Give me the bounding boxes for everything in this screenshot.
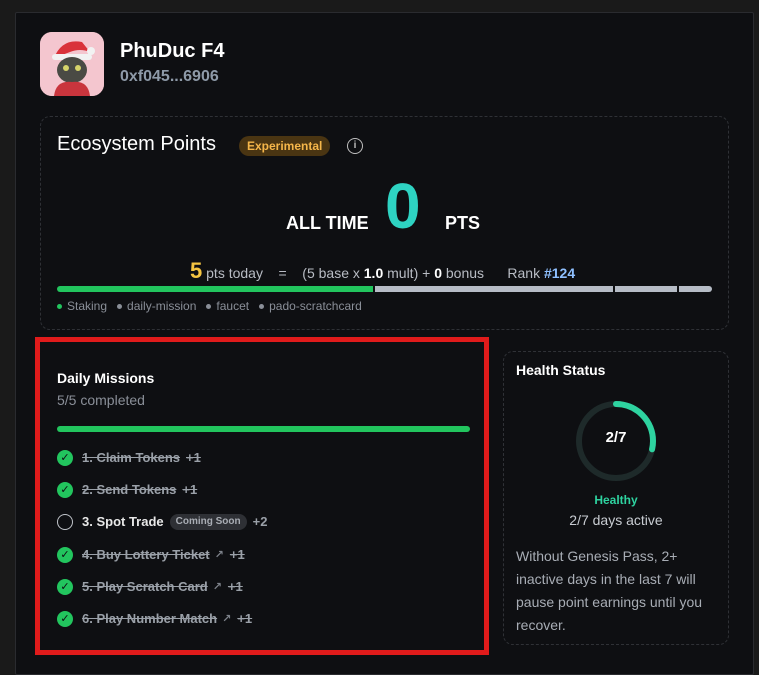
external-link-icon[interactable]: ↗ [213,580,222,593]
base-text: (5 base x [302,265,360,281]
legend-dot-icon [259,304,265,310]
points-segment-pado-scratchcard [679,286,712,292]
mission-bonus: +1 [229,547,245,563]
mission-label[interactable]: 5. Play Scratch Card [82,579,208,594]
legend-label: daily-mission [127,299,197,313]
check-circle-icon: ✓ [57,449,73,466]
points-segment-daily-mission [375,286,613,292]
mission-item[interactable]: ✓ 2. Send Tokens +1 [57,481,197,501]
rank-label: Rank [507,265,541,281]
legend-item: Staking [57,299,107,313]
points-title: Ecosystem Points [57,133,216,155]
mission-label[interactable]: 4. Buy Lottery Ticket [82,547,210,562]
coming-soon-badge: Coming Soon [169,513,247,530]
health-days-active: 2/7 days active [569,512,663,528]
legend-label: faucet [216,299,250,313]
legend-item: pado-scratchcard [259,299,362,313]
legend-label: Staking [67,299,108,313]
mission-bonus: +1 [186,450,201,466]
points-source-bar [57,286,712,292]
check-circle-icon: ✓ [57,481,73,498]
legend-dot-icon [117,304,123,310]
today-points-value: 5 [190,258,203,283]
profile-name: PhuDuc F4 [120,40,225,62]
check-circle-icon: ✓ [57,578,73,595]
check-circle-icon: ✓ [57,546,73,563]
avatar [40,32,104,96]
multiplier-value: 1.0 [363,265,384,281]
health-fraction: 2/7 [605,429,627,446]
points-legend: Staking daily-mission faucet pado-scratchca… [57,299,372,313]
mission-label: 2. Send Tokens [82,482,177,498]
health-state: Healthy [594,493,638,507]
legend-dot-icon [206,304,212,310]
mission-item[interactable]: ✓ 5. Play Scratch Card ↗ +1 [57,578,243,598]
mission-bonus: +1 [237,611,253,627]
alltime-label: ALL TIME [286,213,369,233]
today-points-label: pts today [206,265,263,281]
mission-label: 1. Claim Tokens [82,450,181,466]
mission-label: 3. Spot Trade [82,514,164,530]
missions-completed-text: 5/5 completed [57,392,145,408]
legend-dot-icon [57,304,62,310]
check-circle-icon: ✓ [57,610,73,627]
external-link-icon[interactable]: ↗ [222,612,231,625]
daily-missions-title: Daily Missions [57,370,155,386]
legend-label: pado-scratchcard [269,299,362,313]
empty-circle-icon [57,513,73,530]
alltime-points-value: 0 [385,170,421,242]
experimental-badge: Experimental [239,136,331,156]
mission-bonus: +2 [252,514,268,530]
mission-item[interactable]: ✓ 1. Claim Tokens +1 [57,449,201,469]
info-icon[interactable]: i [347,138,363,154]
points-segment-faucet [615,286,677,292]
wallet-address[interactable]: 0xf045...6906 [120,68,219,86]
mission-bonus: +1 [182,482,198,498]
bonus-value: 0 [434,265,442,281]
mission-item[interactable]: ✓ 4. Buy Lottery Ticket ↗ +1 [57,546,245,566]
health-status-title: Health Status [516,362,606,378]
legend-item: faucet [206,299,249,313]
bonus-text: bonus [445,265,485,281]
rank-value: #124 [543,265,576,281]
mission-bonus: +1 [227,579,243,595]
points-segment-Staking [57,286,373,292]
legend-item: daily-mission [117,299,196,313]
external-link-icon[interactable]: ↗ [215,548,224,561]
mult-text: mult) + [387,265,431,281]
pts-unit-label: PTS [445,213,481,233]
health-note: Without Genesis Pass, 2+ inactive days i… [516,548,703,633]
missions-progress-bar [57,426,470,432]
today-breakdown: 5 pts today = (5 base x 1.0 mult) + 0 bo… [190,258,575,284]
mission-item[interactable]: ✓ 6. Play Number Match ↗ +1 [57,610,252,630]
equals-sign: = [278,265,287,281]
mission-item[interactable]: 3. Spot Trade Coming Soon +2 [57,513,267,533]
mission-label[interactable]: 6. Play Number Match [82,611,217,626]
